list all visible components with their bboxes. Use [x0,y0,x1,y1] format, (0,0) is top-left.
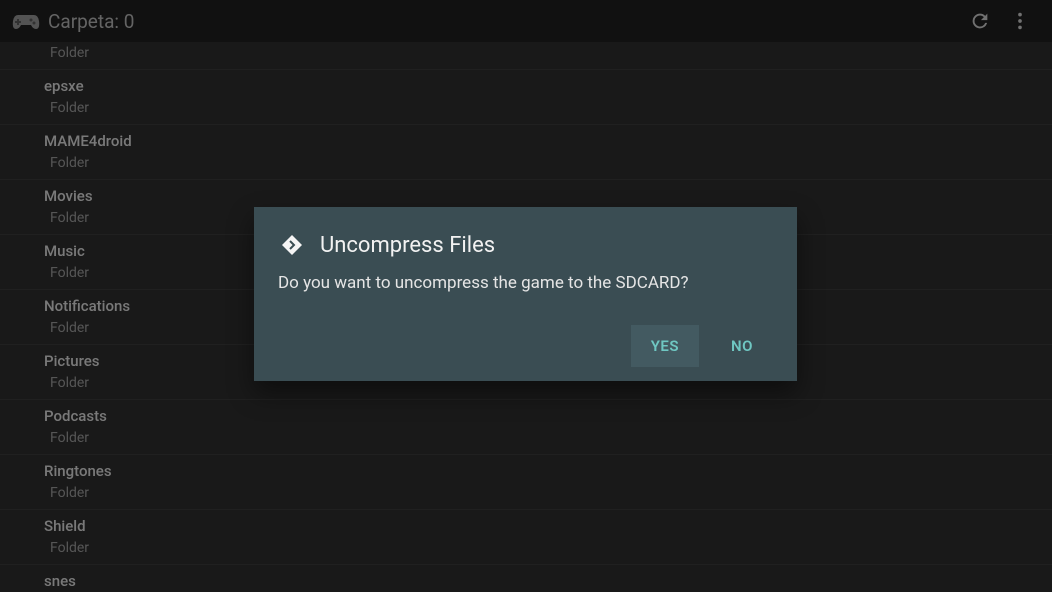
no-button[interactable]: NO [711,325,773,367]
uncompress-dialog: Uncompress Files Do you want to uncompre… [254,207,797,381]
dialog-actions: YES NO [278,325,773,367]
yes-button[interactable]: YES [631,325,699,367]
dialog-title: Uncompress Files [320,233,495,258]
diamond-icon [278,231,306,259]
modal-overlay[interactable]: Uncompress Files Do you want to uncompre… [0,0,1052,592]
dialog-header: Uncompress Files [278,231,773,259]
dialog-message: Do you want to uncompress the game to th… [278,273,773,293]
